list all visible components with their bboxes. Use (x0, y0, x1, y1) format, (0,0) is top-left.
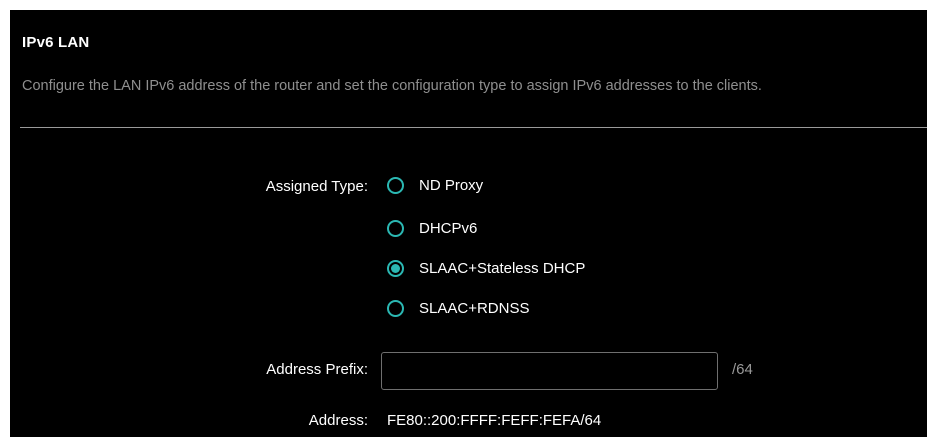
section-description: Configure the LAN IPv6 address of the ro… (22, 78, 762, 94)
prefix-length-suffix: /64 (732, 361, 753, 378)
radio-button-icon[interactable] (387, 177, 404, 194)
radio-option-label: DHCPv6 (419, 220, 478, 237)
radio-option-label: SLAAC+Stateless DHCP (419, 260, 586, 277)
radio-button-selected-icon[interactable] (387, 260, 404, 277)
assigned-type-label: Assigned Type: (265, 178, 368, 195)
radio-option-label: SLAAC+RDNSS (419, 300, 530, 317)
section-title: IPv6 LAN (22, 34, 90, 51)
ipv6-lan-panel: IPv6 LAN Configure the LAN IPv6 address … (10, 10, 927, 437)
radio-option-dhcpv6[interactable]: DHCPv6 (387, 220, 477, 237)
radio-option-nd-proxy[interactable]: ND Proxy (387, 177, 483, 194)
radio-button-icon[interactable] (387, 300, 404, 317)
address-value: FE80::200:FFFF:FEFF:FEFA/64 (387, 412, 602, 429)
address-prefix-label: Address Prefix: (266, 361, 368, 378)
radio-option-slaac-rdnss[interactable]: SLAAC+RDNSS (387, 300, 529, 317)
address-label: Address: (308, 412, 368, 429)
radio-option-label: ND Proxy (419, 177, 484, 194)
address-prefix-input[interactable] (381, 352, 718, 390)
radio-option-slaac-stateless-dhcp[interactable]: SLAAC+Stateless DHCP (387, 260, 585, 277)
radio-button-icon[interactable] (387, 220, 404, 237)
section-divider (20, 127, 927, 128)
